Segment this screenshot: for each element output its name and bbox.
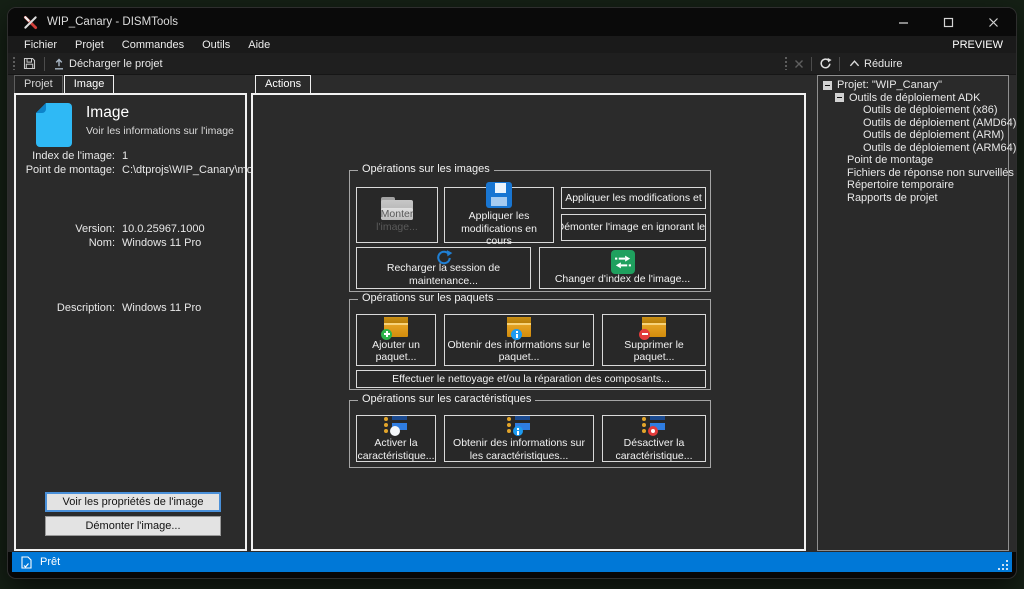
image-panel-title: Image (86, 104, 129, 122)
tree-item-project[interactable]: Projet: "WIP_Canary" (818, 79, 1008, 92)
group-image-operations: Opérations sur les images Monter l'image… (349, 170, 711, 292)
collapse-tree-label: Réduire (864, 58, 903, 70)
close-button[interactable] (971, 8, 1016, 36)
group-package-operations: Opérations sur les paquets Ajouter un pa… (349, 299, 711, 390)
unmount-image-button[interactable]: Démonter l'image... (45, 516, 221, 536)
save-button[interactable] (21, 56, 38, 71)
menu-aide[interactable]: Aide (239, 38, 279, 52)
field-image-index: Index de l'image: 1 (16, 150, 241, 162)
title-bar: WIP_Canary - DISMTools (8, 8, 1016, 36)
unload-project-label: Décharger le projet (69, 58, 163, 70)
menu-commandes[interactable]: Commandes (113, 38, 193, 52)
toolbar: Décharger le projet Réduire (8, 53, 1016, 75)
collapse-tree-button[interactable]: Réduire (847, 57, 905, 71)
floppy-icon (486, 182, 512, 208)
collapse-expander-icon[interactable] (823, 81, 832, 90)
tree-item-mount-point[interactable]: Point de montage (818, 154, 1008, 167)
tree-item-adk-tools[interactable]: Outils de déploiement ADK (818, 92, 1008, 105)
toolbar-separator (44, 57, 45, 71)
actions-panel: Opérations sur les images Monter l'image… (251, 93, 806, 551)
project-tree-panel: Projet: "WIP_Canary" Outils de déploieme… (817, 75, 1009, 551)
field-description: Description: Windows 11 Pro (16, 302, 241, 314)
component-cleanup-button[interactable]: Effectuer le nettoyage et/ou la réparati… (356, 370, 706, 388)
field-mount-point: Point de montage: C:\dtprojs\WIP_Canary\… (16, 164, 241, 176)
package-add-icon (384, 317, 408, 337)
get-package-info-button[interactable]: Obtenir des informations sur le paquet..… (444, 314, 594, 366)
unload-project-button[interactable]: Décharger le projet (51, 57, 165, 71)
tree-item-temp-directory[interactable]: Répertoire temporaire (818, 179, 1008, 192)
status-bar: Prêt (12, 552, 1012, 572)
remove-package-button[interactable]: Supprimer le paquet... (602, 314, 706, 366)
tree-refresh-button[interactable] (819, 57, 832, 70)
maximize-button[interactable] (926, 8, 971, 36)
apply-and-unmount-button[interactable]: Appliquer les modifications et (561, 187, 706, 209)
tree-item-project-reports[interactable]: Rapports de projet (818, 192, 1008, 205)
toolbar-separator (811, 57, 812, 71)
unmount-discard-button[interactable]: Démonter l'image en ignorant les (561, 214, 706, 241)
menu-projet[interactable]: Projet (66, 38, 113, 52)
app-window: WIP_Canary - DISMTools Fichier Projet Co… (8, 8, 1016, 578)
document-icon (36, 103, 72, 152)
feature-info-icon (506, 415, 532, 435)
tree-item-deploy-arm64[interactable]: Outils de déploiement (ARM64) (818, 142, 1008, 155)
center-tab-strip: Actions (255, 75, 312, 93)
tree-item-deploy-x86[interactable]: Outils de déploiement (x86) (818, 104, 1008, 117)
window-title: WIP_Canary - DISMTools (47, 16, 178, 28)
mount-image-button[interactable]: Monter l'image... (356, 187, 438, 243)
tab-image[interactable]: Image (64, 75, 115, 95)
swap-index-icon (611, 250, 635, 274)
unload-project-icon (53, 58, 65, 70)
package-info-icon (507, 317, 531, 337)
tree-toolbar-grip[interactable] (785, 57, 787, 70)
add-package-button[interactable]: Ajouter un paquet... (356, 314, 436, 366)
reload-servicing-session-button[interactable]: Recharger la session de maintenance... (356, 247, 531, 289)
feature-disable-icon (641, 415, 667, 435)
tab-projet[interactable]: Projet (14, 75, 63, 93)
toolbar-separator (839, 57, 840, 71)
chevron-up-icon (849, 59, 860, 68)
tree-item-unattend-files[interactable]: Fichiers de réponse non surveillés (818, 167, 1008, 180)
change-image-index-button[interactable]: Changer d'index de l'image... (539, 247, 706, 289)
tree-item-deploy-arm[interactable]: Outils de déploiement (ARM) (818, 129, 1008, 142)
tree-close-button[interactable] (794, 59, 804, 69)
minimize-button[interactable] (881, 8, 926, 36)
preview-badge: PREVIEW (952, 39, 1016, 51)
collapse-expander-icon[interactable] (835, 93, 844, 102)
menu-fichier[interactable]: Fichier (15, 38, 66, 52)
tab-actions[interactable]: Actions (255, 75, 311, 95)
content-area: Projet Image Image Voir les informations… (8, 75, 1016, 552)
resize-grip[interactable] (996, 558, 1010, 572)
field-version: Version: 10.0.25967.1000 (16, 223, 241, 235)
image-panel-subtitle: Voir les informations sur l'image (86, 125, 234, 137)
apply-changes-button[interactable]: Appliquer les modifications en cours (444, 187, 554, 243)
enable-feature-button[interactable]: Activer la caractéristique... (356, 415, 436, 462)
menu-bar: Fichier Projet Commandes Outils Aide PRE… (8, 36, 1016, 53)
toolbar-grip[interactable] (13, 57, 15, 70)
get-feature-info-button[interactable]: Obtenir des informations sur les caracté… (444, 415, 594, 462)
field-name: Nom: Windows 11 Pro (16, 237, 241, 249)
group-feature-operations: Opérations sur les caractéristiques Acti… (349, 400, 711, 468)
menu-outils[interactable]: Outils (193, 38, 239, 52)
save-icon (23, 57, 36, 70)
app-icon (23, 15, 38, 30)
window-controls (881, 8, 1016, 36)
disable-feature-button[interactable]: Désactiver la caractéristique... (602, 415, 706, 462)
feature-enable-icon (383, 415, 409, 435)
package-remove-icon (642, 317, 666, 337)
image-panel: Image Voir les informations sur l'image … (14, 93, 247, 551)
status-document-icon (21, 556, 32, 569)
left-tab-strip: Projet Image (14, 75, 115, 93)
tree-item-deploy-amd64[interactable]: Outils de déploiement (AMD64) (818, 117, 1008, 130)
status-text: Prêt (40, 556, 60, 568)
view-image-properties-button[interactable]: Voir les propriétés de l'image (45, 492, 221, 512)
